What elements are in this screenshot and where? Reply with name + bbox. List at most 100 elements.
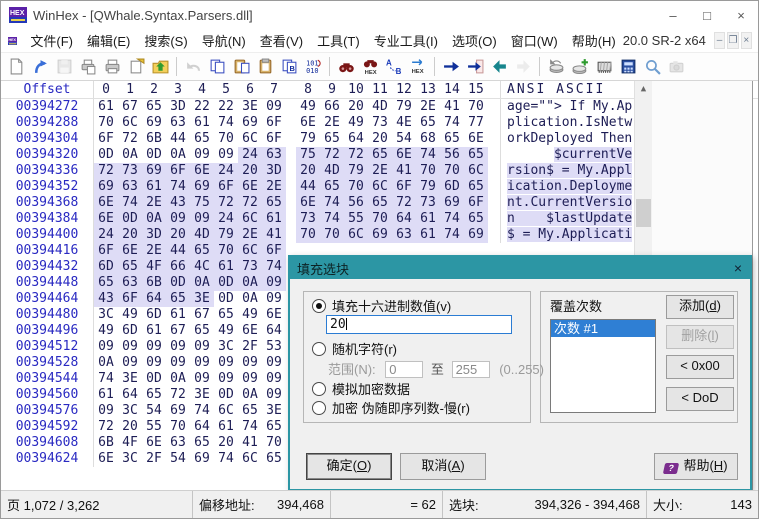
menu-item[interactable]: 文件(F)	[23, 29, 80, 52]
hex-byte[interactable]: 09	[166, 355, 190, 371]
hex-byte[interactable]: 65	[464, 211, 488, 227]
hex-byte[interactable]: 74	[416, 147, 440, 163]
find-hex-icon[interactable]: HEX	[358, 55, 382, 78]
hex-byte[interactable]: 0A	[238, 387, 262, 403]
hex-byte[interactable]: 6C	[238, 451, 262, 467]
hex-byte[interactable]: 09	[262, 99, 286, 115]
open-file-icon[interactable]	[28, 55, 52, 78]
hex-byte[interactable]: 79	[416, 179, 440, 195]
hex-byte[interactable]: 2E	[238, 227, 262, 243]
hex-byte[interactable]: 61	[214, 259, 238, 275]
cancel-button[interactable]: 取消(A)	[400, 453, 486, 480]
hex-byte[interactable]: 69	[142, 163, 166, 179]
hex-byte[interactable]: 6F	[118, 291, 142, 307]
hex-byte[interactable]: 09	[166, 339, 190, 355]
radio-random-chars[interactable]: 随机字符(r)	[312, 339, 397, 358]
hex-byte[interactable]: 41	[262, 227, 286, 243]
hex-byte[interactable]: 6C	[238, 131, 262, 147]
hex-byte[interactable]: 09	[262, 387, 286, 403]
hex-byte[interactable]: 74	[440, 115, 464, 131]
hex-byte[interactable]: 6D	[440, 179, 464, 195]
hex-byte[interactable]: 09	[262, 291, 286, 307]
hex-byte[interactable]: 6F	[464, 195, 488, 211]
hex-byte[interactable]: 6C	[238, 243, 262, 259]
hex-byte[interactable]: 73	[416, 195, 440, 211]
hex-byte[interactable]: 56	[440, 147, 464, 163]
hex-byte[interactable]: 65	[320, 131, 344, 147]
replace-hex-icon[interactable]: HEX	[406, 55, 430, 78]
hex-byte[interactable]: 6E	[262, 307, 286, 323]
pass-list-item[interactable]: 次数 #1	[551, 320, 655, 337]
hex-byte[interactable]: 70	[166, 419, 190, 435]
hex-byte[interactable]: 0A	[166, 371, 190, 387]
hex-byte[interactable]: 65	[94, 275, 118, 291]
hex-byte[interactable]: 3E	[262, 403, 286, 419]
hex-byte[interactable]: 24	[214, 163, 238, 179]
hex-byte[interactable]: 09	[142, 339, 166, 355]
hex-byte[interactable]: 70	[214, 131, 238, 147]
hex-byte[interactable]: 61	[94, 387, 118, 403]
hex-byte[interactable]: 49	[214, 323, 238, 339]
hex-byte[interactable]: 09	[94, 403, 118, 419]
ok-button[interactable]: 确定(O)	[306, 453, 392, 480]
hex-byte[interactable]: 09	[238, 371, 262, 387]
hex-byte[interactable]: 09	[190, 355, 214, 371]
hex-byte[interactable]: 6B	[94, 435, 118, 451]
hex-byte[interactable]: 3E	[118, 371, 142, 387]
hex-byte[interactable]: 0D	[214, 291, 238, 307]
hex-byte[interactable]: 41	[392, 163, 416, 179]
hex-byte[interactable]: 6F	[214, 179, 238, 195]
hex-byte[interactable]: 65	[214, 307, 238, 323]
hex-byte[interactable]: 0A	[166, 147, 190, 163]
hex-byte[interactable]: 6C	[238, 211, 262, 227]
hex-byte[interactable]: 43	[166, 195, 190, 211]
menu-item[interactable]: 导航(N)	[195, 29, 253, 52]
hex-byte[interactable]: 6E	[464, 131, 488, 147]
hex-byte[interactable]: 6D	[142, 307, 166, 323]
hex-byte[interactable]: 73	[118, 163, 142, 179]
hex-byte[interactable]: 74	[166, 179, 190, 195]
hex-byte[interactable]: 53	[262, 339, 286, 355]
hex-byte[interactable]: 69	[94, 179, 118, 195]
ascii-text[interactable]: $currentVe	[500, 147, 641, 163]
copy-icon[interactable]	[205, 55, 229, 78]
fill-dod-button[interactable]: < DoD	[666, 387, 734, 411]
hex-byte[interactable]: 0D	[118, 211, 142, 227]
hex-byte[interactable]: 44	[166, 131, 190, 147]
hex-byte[interactable]: 4F	[118, 435, 142, 451]
hex-byte[interactable]: 61	[214, 419, 238, 435]
hex-byte[interactable]: 61	[416, 211, 440, 227]
hex-byte[interactable]: 65	[440, 131, 464, 147]
hex-byte[interactable]: 44	[296, 179, 320, 195]
hex-byte[interactable]: 65	[416, 115, 440, 131]
hex-byte[interactable]: 6F	[262, 131, 286, 147]
hex-byte[interactable]: 65	[142, 99, 166, 115]
hex-byte[interactable]: 74	[262, 259, 286, 275]
hex-byte[interactable]: 72	[320, 147, 344, 163]
hex-byte[interactable]: 41	[238, 435, 262, 451]
hex-byte[interactable]: 70	[262, 435, 286, 451]
hex-byte[interactable]: 22	[190, 99, 214, 115]
hex-byte[interactable]: 3D	[142, 227, 166, 243]
hex-byte[interactable]: 6E	[296, 115, 320, 131]
hex-byte[interactable]: 63	[166, 115, 190, 131]
ascii-text[interactable]: $ = My.Applicati	[500, 227, 641, 243]
hex-byte[interactable]: 65	[118, 259, 142, 275]
replace-icon[interactable]: AB	[382, 55, 406, 78]
hex-byte[interactable]: 0A	[238, 275, 262, 291]
hex-byte[interactable]: 70	[368, 211, 392, 227]
help-button[interactable]: ? 帮助(H)	[654, 453, 738, 480]
hex-byte[interactable]: 49	[238, 307, 262, 323]
hex-byte[interactable]: 73	[368, 115, 392, 131]
hex-byte[interactable]: 63	[262, 147, 286, 163]
properties-icon[interactable]	[124, 55, 148, 78]
hex-byte[interactable]: 75	[296, 147, 320, 163]
hex-byte[interactable]: 3D	[262, 163, 286, 179]
ascii-text[interactable]: orkDeployed Then	[500, 131, 641, 147]
hex-byte[interactable]: 6F	[262, 115, 286, 131]
hex-byte[interactable]: 73	[296, 211, 320, 227]
calculator-icon[interactable]	[616, 55, 640, 78]
hex-byte[interactable]: 65	[142, 387, 166, 403]
hex-byte[interactable]: 69	[142, 115, 166, 131]
hex-byte[interactable]: 64	[392, 211, 416, 227]
